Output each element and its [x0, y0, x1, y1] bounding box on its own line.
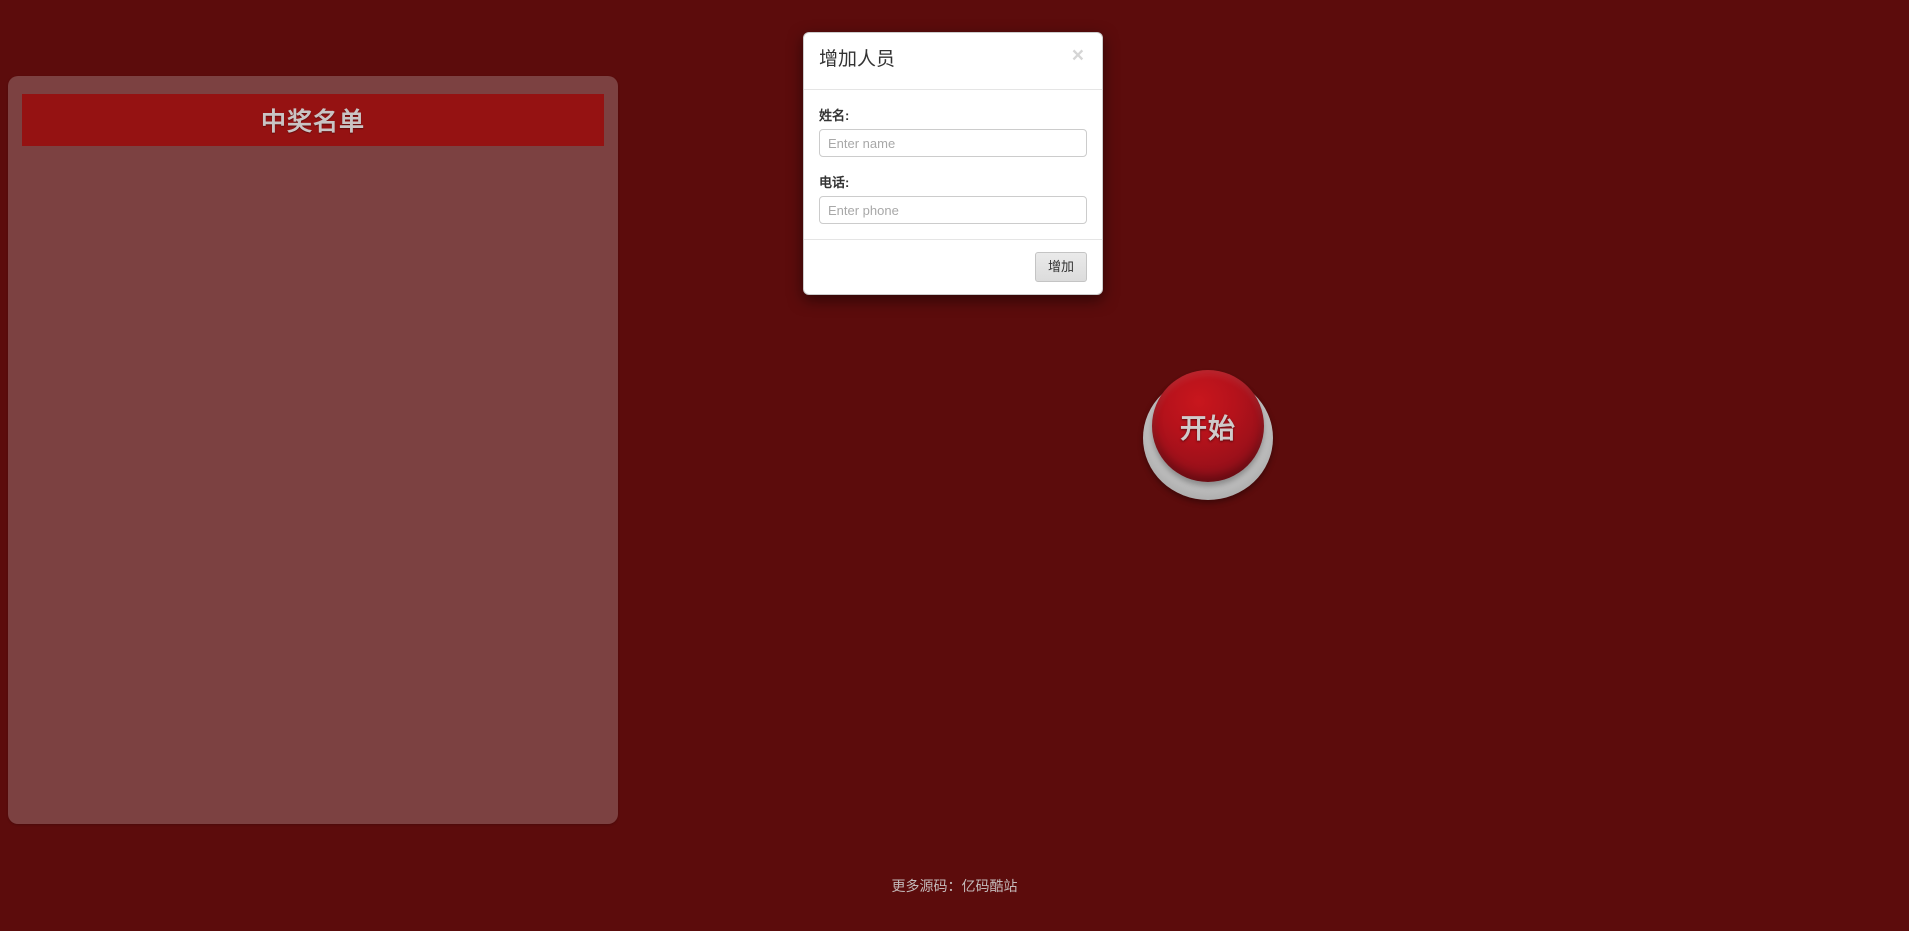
winner-list-body[interactable] [22, 152, 604, 808]
modal-header: 增加人员 × [804, 33, 1102, 90]
phone-field-label: 电话: [819, 175, 850, 190]
start-button-face[interactable]: 开始 [1152, 370, 1264, 482]
add-person-submit-button[interactable]: 增加 [1034, 252, 1087, 283]
name-field-label: 姓名: [819, 108, 850, 123]
phone-input[interactable] [819, 196, 1087, 224]
modal-footer: 增加 [804, 239, 1102, 294]
winner-list-panel: 中奖名单 [8, 76, 618, 824]
name-input[interactable] [819, 129, 1087, 157]
modal-title: 增加人员 [819, 49, 896, 70]
footer-prefix-label: 更多源码： [891, 878, 962, 894]
winner-list-title: 中奖名单 [260, 108, 365, 136]
modal-body: 姓名: 电话: [804, 90, 1102, 239]
name-form-group: 姓名: [819, 105, 1087, 157]
start-button[interactable]: 开始 [1143, 370, 1273, 500]
add-person-modal: 增加人员 × 姓名: 电话: 增加 [803, 32, 1103, 296]
start-button-label: 开始 [1180, 413, 1236, 444]
footer-source-link[interactable]: 亿码酷站 [962, 878, 1018, 894]
winner-list-header: 中奖名单 [22, 94, 604, 146]
close-icon[interactable]: × [1068, 43, 1088, 68]
page-footer: 更多源码：亿码酷站 [0, 876, 1909, 896]
phone-form-group: 电话: [819, 172, 1087, 224]
